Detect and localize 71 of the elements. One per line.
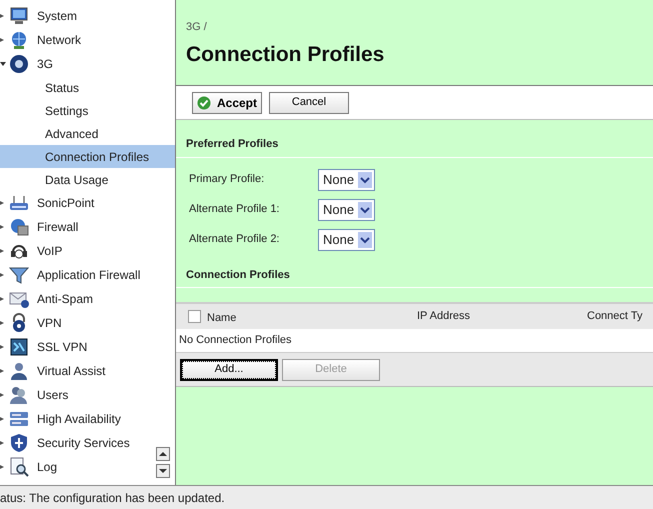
expand-arrow-icon[interactable] xyxy=(0,223,6,231)
nav-subitem[interactable]: Advanced xyxy=(0,122,175,145)
nav-item[interactable]: Firewall xyxy=(37,218,78,236)
column-header: Name xyxy=(207,311,238,326)
expand-arrow-icon[interactable] xyxy=(0,319,6,327)
column-header: Connect Ty xyxy=(587,309,642,324)
collapse-arrow-icon[interactable] xyxy=(0,60,6,68)
checkmark-icon xyxy=(196,96,211,110)
shield-icon xyxy=(9,433,29,453)
up-arrow-icon xyxy=(159,451,167,457)
expand-arrow-icon[interactable] xyxy=(0,367,6,375)
nav-item[interactable]: Security Services xyxy=(37,434,130,452)
profile-dropdown[interactable]: None xyxy=(318,228,376,250)
field-label: Alternate Profile 2: xyxy=(189,232,280,248)
tile-icon xyxy=(9,337,29,357)
expand-arrow-icon[interactable] xyxy=(0,199,6,207)
magnifier-icon xyxy=(9,457,29,477)
nav-item[interactable]: Application Firewall xyxy=(37,266,140,284)
nav-item[interactable]: SSL VPN xyxy=(37,338,88,356)
nav-item[interactable]: VPN xyxy=(37,314,62,332)
nav-item[interactable]: High Availability xyxy=(37,410,121,428)
nav-item[interactable]: Log xyxy=(37,458,58,476)
expand-arrow-icon[interactable] xyxy=(0,439,6,447)
expand-arrow-icon[interactable] xyxy=(0,343,6,351)
server-icon xyxy=(9,409,29,429)
breadcrumb-text: 3G / xyxy=(185,20,208,35)
nav-item[interactable]: 3G xyxy=(37,55,54,73)
nav-subitem[interactable]: Connection Profiles xyxy=(0,145,175,168)
scroll-down-button[interactable] xyxy=(156,464,170,478)
field-label: Primary Profile: xyxy=(189,172,266,188)
field-label: Alternate Profile 1: xyxy=(189,202,280,218)
column-header: IP Address xyxy=(417,309,471,324)
select-all-checkbox[interactable] xyxy=(188,310,201,323)
page-title: Connection Profiles xyxy=(185,42,386,68)
expand-arrow-icon[interactable] xyxy=(0,36,6,44)
nav-item[interactable]: Virtual Assist xyxy=(37,362,106,380)
section-heading: Connection Profiles xyxy=(176,254,653,288)
nav-item[interactable]: SonicPoint xyxy=(37,194,94,212)
nav-item[interactable]: Network xyxy=(37,31,82,49)
nav-subitem[interactable]: Status xyxy=(0,76,175,99)
expand-arrow-icon[interactable] xyxy=(0,415,6,423)
expand-arrow-icon[interactable] xyxy=(0,295,6,303)
down-arrow-icon xyxy=(159,468,167,474)
nav-item[interactable]: Anti-Spam xyxy=(37,290,94,308)
status-text: atus: The configuration has been updated. xyxy=(0,490,225,506)
funnel-icon xyxy=(9,265,29,285)
users-icon xyxy=(9,385,29,405)
nav-subitem[interactable]: Settings xyxy=(0,99,175,122)
expand-arrow-icon[interactable] xyxy=(0,247,6,255)
person-icon xyxy=(9,361,29,381)
profile-dropdown[interactable]: None xyxy=(318,168,376,190)
section-heading: Preferred Profiles xyxy=(176,120,653,158)
caret-icon xyxy=(358,232,372,248)
nav-subitem[interactable]: Data Usage xyxy=(0,168,175,191)
router-icon xyxy=(9,193,29,213)
expand-arrow-icon[interactable] xyxy=(0,271,6,279)
caret-icon xyxy=(358,172,372,188)
nav-item[interactable]: VoIP xyxy=(37,242,62,260)
monitor-icon xyxy=(9,6,29,26)
nav-item[interactable]: Users xyxy=(37,386,68,404)
expand-arrow-icon[interactable] xyxy=(0,391,6,399)
caret-icon xyxy=(358,202,372,218)
expand-arrow-icon[interactable] xyxy=(0,463,6,471)
profile-dropdown[interactable]: None xyxy=(318,198,376,220)
scroll-up-button[interactable] xyxy=(156,447,170,461)
expand-arrow-icon[interactable] xyxy=(0,12,6,20)
table-action-button[interactable]: Add... xyxy=(180,358,278,380)
cancel-button[interactable]: Cancel xyxy=(269,92,349,114)
accept-button[interactable]: Accept xyxy=(192,92,262,114)
empty-table-text: No Connection Profiles xyxy=(179,333,292,348)
nav-item[interactable]: System xyxy=(37,7,78,25)
